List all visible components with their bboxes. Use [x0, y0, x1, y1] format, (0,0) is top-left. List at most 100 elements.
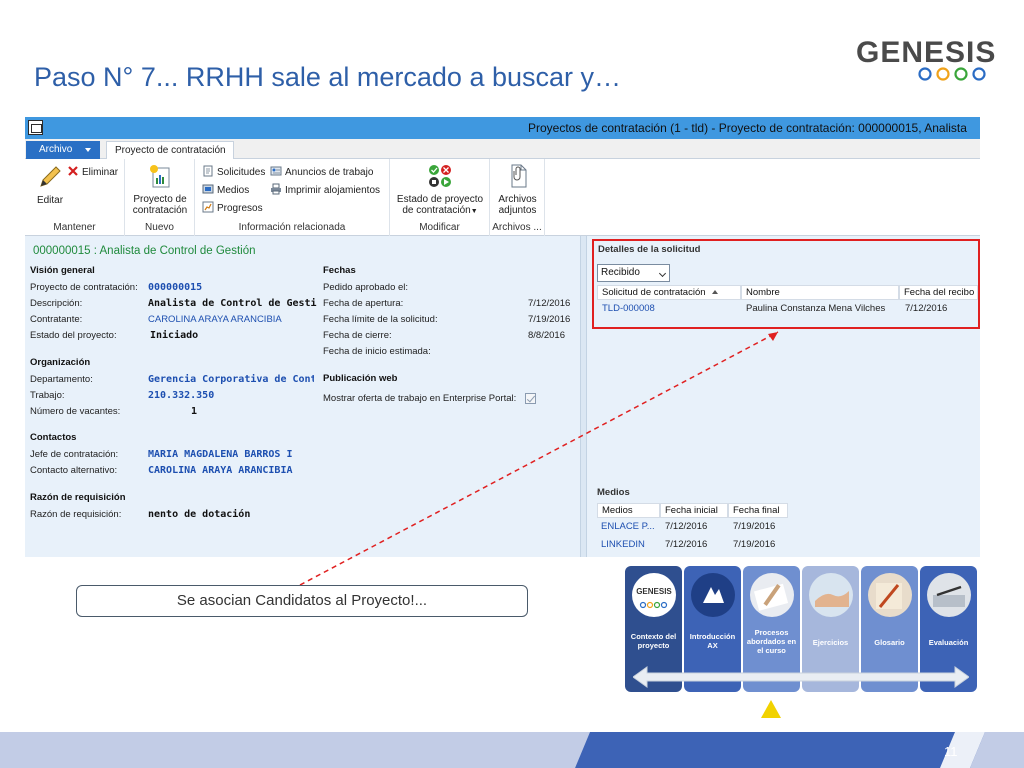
medios-col-inicial[interactable]: Fecha inicial	[660, 503, 728, 518]
cierre-field[interactable]: 8/8/2016	[528, 330, 565, 341]
page-number: 11	[944, 744, 958, 759]
col-nombre[interactable]: Nombre	[741, 285, 899, 300]
col-solicitud[interactable]: Solicitud de contratación	[597, 285, 741, 300]
contratante-label: Contratante:	[30, 314, 83, 325]
proyecto-label: Proyecto de contratación:	[30, 282, 138, 293]
imprimir-button[interactable]: Imprimir alojamientos	[270, 183, 380, 196]
inicio-label: Fecha de inicio estimada:	[323, 346, 431, 357]
solicitud-panel-title: Detalles de la solicitud	[598, 244, 701, 255]
contratante-link[interactable]: CAROLINA ARAYA ARANCIBIA	[148, 314, 282, 325]
splitter[interactable]	[580, 236, 587, 557]
imprimir-label: Imprimir alojamientos	[285, 185, 381, 196]
new-project-button[interactable]: Proyecto de contratación	[125, 163, 195, 216]
processes-photo-icon	[750, 573, 794, 617]
limite-label: Fecha límite de la solicitud:	[323, 314, 438, 325]
medios-col-final[interactable]: Fecha final	[728, 503, 788, 518]
apertura-field[interactable]: 7/12/2016	[528, 298, 570, 309]
estado-field[interactable]: Iniciado	[150, 330, 198, 341]
slide-title: Paso N° 7... RRHH sale al mercado a busc…	[34, 62, 622, 92]
edit-label: Editar	[36, 195, 64, 206]
anuncios-button[interactable]: Anuncios de trabajo	[270, 165, 373, 178]
tab-archivo-label: Archivo	[39, 144, 73, 155]
ribbon-tabs: Archivo Proyecto de contratación	[25, 139, 980, 160]
solicitud-row-1-fecha: 7/12/2016	[905, 303, 948, 314]
estado-label-2: de contratación▼	[402, 205, 478, 216]
col-fecha-recibo[interactable]: Fecha del recibo	[899, 285, 978, 300]
progress-icon	[202, 201, 214, 213]
alternativo-field[interactable]: CAROLINA ARAYA ARANCIBIA	[148, 465, 293, 476]
section-organizacion: Organización	[30, 357, 91, 368]
group-label-info: Información relacionada	[238, 222, 346, 233]
portal-checkbox[interactable]	[525, 393, 536, 404]
progresos-label: Progresos	[217, 203, 263, 214]
chevron-down-icon	[658, 269, 667, 278]
medios-row-2-medio[interactable]: LINKEDIN	[601, 539, 645, 550]
exercises-photo-icon	[809, 573, 853, 617]
window-titlebar: Proyectos de contratación (1 - tld) - Pr…	[25, 117, 980, 139]
details-pane: 000000015 : Analista de Control de Gesti…	[25, 236, 580, 557]
medios-row-2-inicial: 7/12/2016	[665, 539, 708, 550]
apertura-label: Fecha de apertura:	[323, 298, 404, 309]
estado-label: Estado del proyecto:	[30, 330, 117, 341]
nav-label-procesos: Procesos abordados en el curso	[746, 628, 797, 655]
tab-proyecto-contratacion[interactable]: Proyecto de contratación	[106, 141, 234, 160]
archivos-label-1: Archivos	[498, 194, 537, 205]
descripcion-field[interactable]: Analista de Control de Gesti	[148, 298, 317, 309]
edit-button[interactable]: Editar	[31, 164, 69, 206]
solicitud-row-1-id[interactable]: TLD-000008	[602, 303, 655, 314]
archivos-label-2: adjuntos	[498, 205, 537, 216]
nav-label-contexto: Contexto del proyecto	[630, 632, 677, 650]
solicitudes-button[interactable]: Solicitudes	[202, 165, 265, 178]
solicitudes-label: Solicitudes	[217, 167, 266, 178]
callout-box: Se asocian Candidatos al Proyecto!...	[76, 585, 528, 617]
estado-filter-value: Recibido	[601, 267, 640, 278]
dynamics-ax-icon	[691, 573, 735, 617]
delete-x-icon	[68, 166, 78, 176]
archivos-adjuntos-button[interactable]: Archivos adjuntos	[490, 163, 545, 216]
delete-button[interactable]: Eliminar	[67, 165, 118, 178]
logo-rings-icon	[918, 67, 986, 81]
anuncios-label: Anuncios de trabajo	[285, 167, 374, 178]
ribbon: Editar Eliminar Mantener Proyecto de con…	[25, 159, 980, 236]
cierre-label: Fecha de cierre:	[323, 330, 392, 341]
medios-panel-title: Medios	[597, 487, 630, 498]
departamento-field[interactable]: Gerencia Corporativa de Contr	[148, 374, 314, 385]
limite-field[interactable]: 7/19/2016	[528, 314, 570, 325]
group-label-mantener: Mantener	[53, 222, 96, 233]
trabajo-field[interactable]: 210.332.350	[148, 390, 214, 401]
medios-row-1-medio[interactable]: ENLACE P...	[601, 521, 655, 532]
progresos-button[interactable]: Progresos	[202, 201, 263, 214]
medios-col-medios[interactable]: Medios	[597, 503, 660, 518]
estado-proyecto-button[interactable]: Estado de proyecto de contratación▼	[390, 163, 490, 216]
evaluation-photo-icon	[927, 573, 971, 617]
vacantes-field[interactable]: 1	[191, 406, 197, 417]
delete-label: Eliminar	[82, 167, 119, 178]
sort-ascending-icon	[711, 290, 718, 294]
tab-archivo[interactable]: Archivo	[26, 141, 100, 159]
new-project-icon	[150, 165, 170, 188]
announcement-icon	[270, 166, 282, 176]
razon-label: Razón de requisición:	[30, 509, 122, 520]
nav-label-introduccion: Introducción AX	[689, 632, 736, 650]
razon-field[interactable]: nento de dotación	[148, 509, 250, 520]
ribbon-group-mantener: Editar Eliminar Mantener	[25, 159, 125, 236]
vacantes-label: Número de vacantes:	[30, 406, 121, 417]
ribbon-group-info: Solicitudes Anuncios de trabajo Medios I…	[195, 159, 390, 236]
section-vision-general: Visión general	[30, 265, 95, 276]
group-label-modificar: Modificar	[419, 222, 460, 233]
app-icon[interactable]	[28, 120, 43, 135]
group-label-nuevo: Nuevo	[145, 222, 174, 233]
ribbon-group-modificar: Estado de proyecto de contratación▼ Modi…	[390, 159, 490, 236]
proyecto-field[interactable]: 000000015	[148, 282, 202, 293]
jefe-field[interactable]: MARIA MAGDALENA BARROS I	[148, 449, 314, 460]
new-project-label-2: contratación	[132, 205, 188, 216]
jefe-label: Jefe de contratación:	[30, 449, 119, 460]
media-icon	[202, 184, 214, 194]
record-header: 000000015 : Analista de Control de Gesti…	[33, 245, 256, 257]
pencil-icon	[40, 166, 61, 187]
medios-row-1-final: 7/19/2016	[733, 521, 776, 532]
medios-button[interactable]: Medios	[202, 183, 249, 196]
section-contactos: Contactos	[30, 432, 77, 443]
portal-label: Mostrar oferta de trabajo en Enterprise …	[323, 393, 517, 404]
estado-filter-select[interactable]: Recibido	[597, 264, 670, 282]
